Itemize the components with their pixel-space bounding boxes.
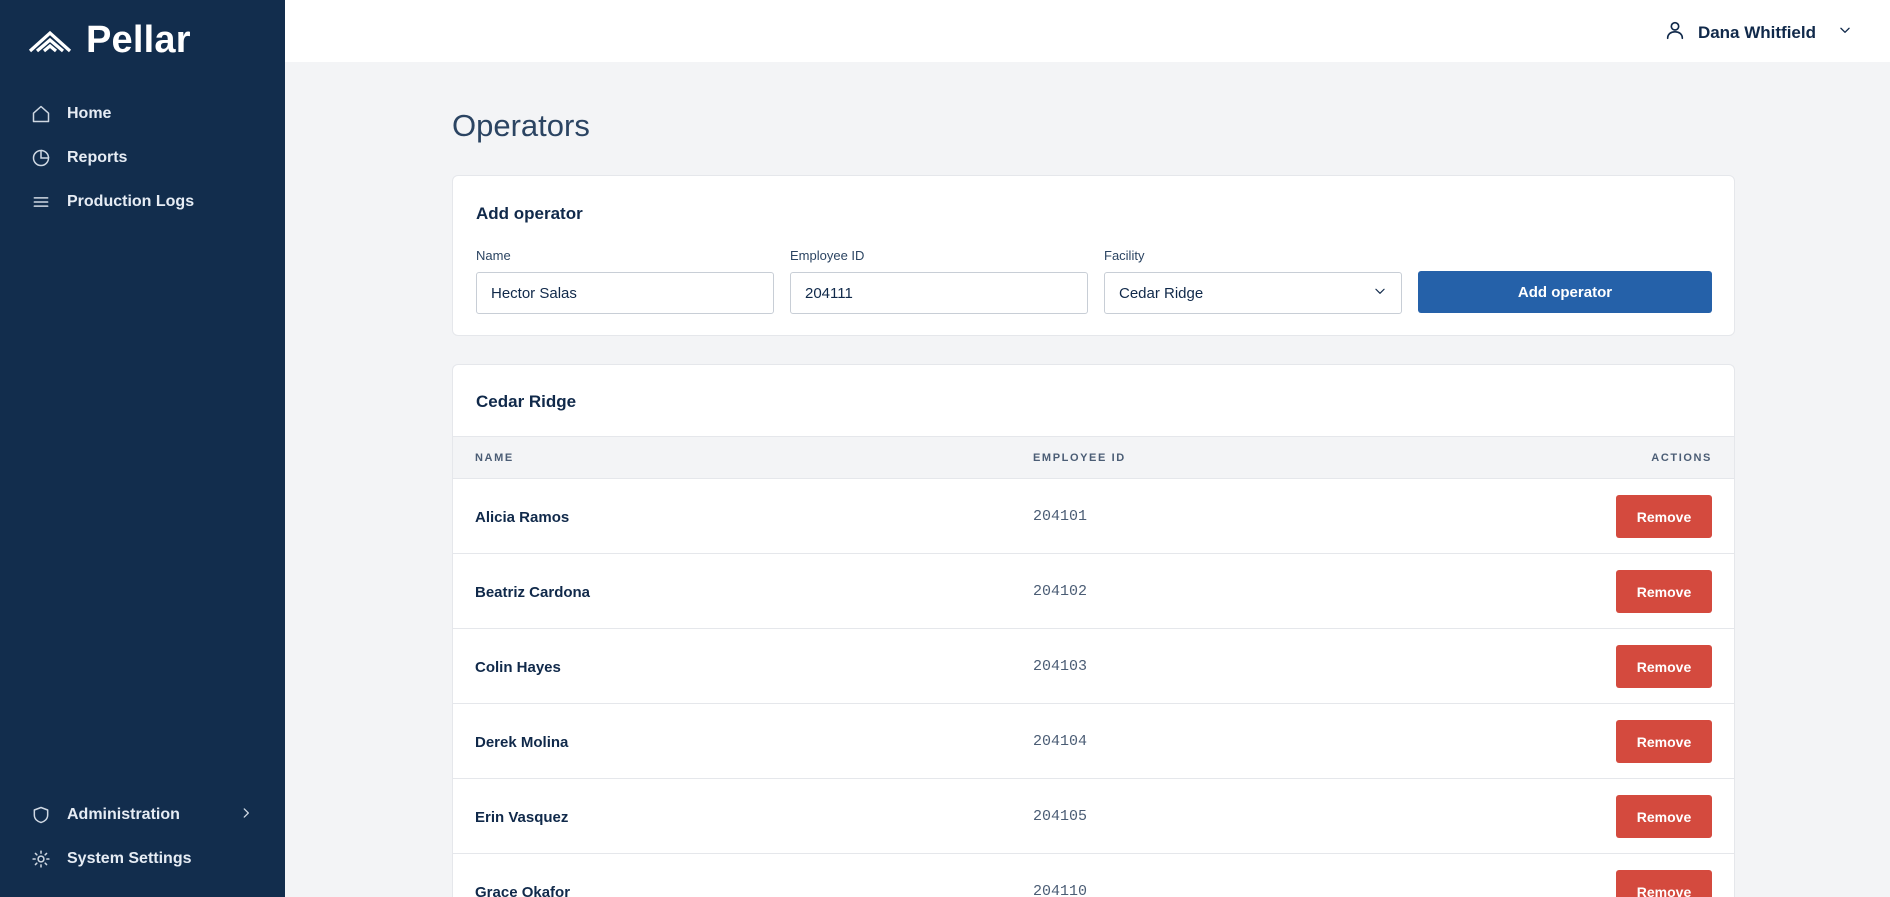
brand-name: Pellar (86, 18, 191, 61)
sidebar-item-production-logs[interactable]: Production Logs (0, 180, 285, 224)
operator-name: Erin Vasquez (475, 809, 569, 826)
sidebar-item-administration[interactable]: Administration (0, 793, 285, 837)
facility-table-title: Cedar Ridge (476, 392, 577, 411)
operator-employee-id: 204102 (1033, 583, 1088, 600)
name-input[interactable]: Hector Salas (476, 272, 774, 314)
facility-select[interactable]: Cedar Ridge (1104, 272, 1402, 314)
operator-employee-id: 204101 (1033, 508, 1088, 525)
page-title: Operators (452, 108, 590, 143)
sidebar-item-label: Home (67, 105, 112, 122)
facility-field-group: Facility Cedar Ridge (1104, 248, 1402, 314)
add-operator-button[interactable]: Add operator (1418, 271, 1712, 313)
add-operator-title: Add operator (476, 204, 583, 223)
table-row: Derek Molina 204104 Remove (453, 704, 1734, 779)
chevron-right-icon (239, 806, 253, 825)
table-row: Beatriz Cardona 204102 Remove (453, 554, 1734, 629)
sidebar: Pellar Home Reports Production Logs Admi… (0, 0, 285, 897)
operator-employee-id: 204104 (1033, 733, 1088, 750)
name-label: Name (476, 248, 511, 263)
column-header-actions: ACTIONS (1651, 452, 1712, 464)
sun-settings-icon (30, 848, 52, 870)
sidebar-item-label: Administration (67, 806, 180, 823)
operator-name: Derek Molina (475, 734, 569, 751)
table-row: Grace Okafor 204110 Remove (453, 854, 1734, 897)
operator-name: Colin Hayes (475, 659, 561, 676)
operator-name: Beatriz Cardona (475, 584, 591, 601)
column-header-name: NAME (475, 452, 514, 464)
employee-id-field-group: Employee ID 204111 (790, 248, 1088, 314)
user-menu[interactable]: Dana Whitfield (1664, 19, 1852, 46)
operators-table-card: Cedar Ridge NAME EMPLOYEE ID ACTIONS Ali… (452, 364, 1735, 897)
home-icon (30, 103, 52, 125)
chevron-down-icon (1373, 284, 1387, 302)
sidebar-item-home[interactable]: Home (0, 92, 285, 136)
remove-button[interactable]: Remove (1616, 645, 1712, 688)
add-operator-card: Add operator Name Hector Salas Employee … (452, 175, 1735, 336)
operator-name: Grace Okafor (475, 884, 571, 897)
operator-employee-id: 204105 (1033, 808, 1088, 825)
mountain-chevrons-logo-icon (28, 23, 86, 58)
sidebar-nav: Home Reports Production Logs (0, 92, 285, 224)
facility-label: Facility (1104, 248, 1145, 263)
sidebar-item-reports[interactable]: Reports (0, 136, 285, 180)
brand[interactable]: Pellar (28, 18, 191, 62)
sidebar-bottom-nav: Administration System Settings (0, 793, 285, 881)
table-header: NAME EMPLOYEE ID ACTIONS (453, 436, 1734, 479)
column-header-employee-id: EMPLOYEE ID (1033, 452, 1126, 464)
employee-id-input[interactable]: 204111 (790, 272, 1088, 314)
remove-button[interactable]: Remove (1616, 870, 1712, 897)
employee-id-label: Employee ID (790, 248, 865, 263)
table-row: Colin Hayes 204103 Remove (453, 629, 1734, 704)
user-name: Dana Whitfield (1697, 22, 1816, 42)
operator-employee-id: 204103 (1033, 658, 1088, 675)
list-icon (30, 191, 52, 213)
sidebar-item-label: Reports (67, 149, 128, 166)
pie-chart-icon (30, 147, 52, 169)
sidebar-item-system-settings[interactable]: System Settings (0, 837, 285, 881)
operator-employee-id: 204110 (1033, 883, 1088, 897)
remove-button[interactable]: Remove (1616, 720, 1712, 763)
remove-button[interactable]: Remove (1616, 495, 1712, 538)
remove-button[interactable]: Remove (1616, 570, 1712, 613)
top-bar: Dana Whitfield (285, 0, 1890, 62)
sidebar-item-label: Production Logs (67, 193, 195, 210)
sidebar-item-label: System Settings (67, 850, 192, 867)
shield-icon (30, 804, 52, 826)
table-row: Alicia Ramos 204101 Remove (453, 479, 1734, 554)
remove-button[interactable]: Remove (1616, 795, 1712, 838)
chevron-down-icon (1838, 23, 1852, 42)
user-icon (1664, 19, 1686, 46)
table-row: Erin Vasquez 204105 Remove (453, 779, 1734, 854)
name-field-group: Name Hector Salas (476, 248, 774, 314)
facility-select-value: Cedar Ridge (1119, 284, 1204, 302)
operator-name: Alicia Ramos (475, 509, 570, 526)
